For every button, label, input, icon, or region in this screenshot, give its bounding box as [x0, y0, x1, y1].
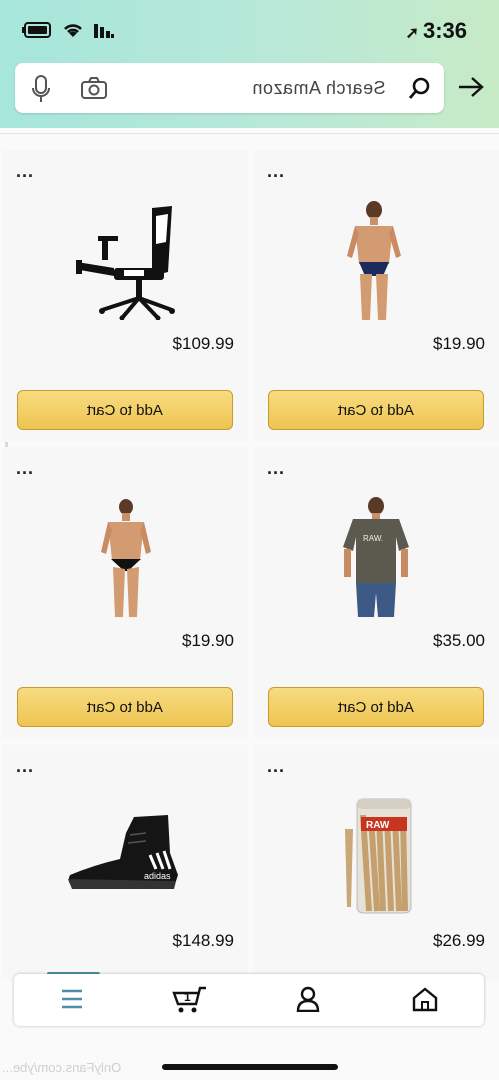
battery-icon — [22, 22, 51, 38]
wrestling-shoe-image[interactable]: adidas — [64, 813, 182, 893]
svg-text:RAW: RAW — [366, 820, 390, 831]
product-card[interactable]: ... RAW. $35.00 Add to Cart — [253, 447, 499, 739]
divider — [0, 133, 499, 134]
product-card[interactable]: ... RAW $26.99 — [253, 745, 499, 980]
forward-arrow-icon[interactable] — [458, 76, 484, 98]
menu-icon[interactable] — [60, 986, 84, 1012]
button-label: Add to Cart — [338, 699, 414, 716]
add-to-cart-button[interactable]: Add to Cart — [268, 687, 484, 727]
product-price: $19.90 — [433, 334, 485, 353]
home-icon[interactable] — [412, 986, 438, 1012]
account-icon[interactable] — [296, 986, 320, 1012]
search-bar[interactable]: Search Amazon — [15, 63, 444, 113]
product-price: $26.99 — [433, 931, 485, 950]
app-header: ➚ 3:36 Search Amazon — [0, 0, 499, 128]
button-label: Add to Cart — [338, 402, 414, 419]
product-card[interactable]: ... $19.90 Add to Cart — [253, 150, 499, 442]
microphone-icon[interactable] — [31, 75, 51, 103]
time-label: 3:36 — [422, 18, 467, 43]
product-price: $109.99 — [172, 334, 234, 353]
button-label: Add to Cart — [87, 699, 163, 716]
svg-text:RAW.: RAW. — [363, 534, 383, 543]
search-icon[interactable] — [408, 76, 432, 100]
watermark: OnlyFans.com/ybe... — [2, 1060, 122, 1075]
more-options-icon[interactable]: ... — [16, 459, 34, 477]
location-arrow-icon: ➚ — [405, 25, 419, 42]
more-options-icon[interactable]: ... — [267, 459, 285, 477]
more-options-icon[interactable]: ... — [16, 757, 34, 775]
wifi-icon — [64, 24, 82, 37]
product-card[interactable]: ... $19.90 Add to Cart — [2, 447, 248, 739]
button-label: Add to Cart — [87, 402, 163, 419]
svg-text:adidas: adidas — [144, 871, 171, 881]
bottom-nav: 1 — [14, 974, 484, 1026]
status-icons — [22, 22, 114, 38]
thong-image[interactable] — [98, 497, 154, 619]
signal-icon — [94, 24, 114, 38]
gaming-chair-image[interactable] — [72, 202, 184, 320]
add-to-cart-button[interactable]: Add to Cart — [17, 390, 233, 430]
status-bar: ➚ 3:36 — [0, 18, 499, 48]
product-card[interactable]: ... adidas $148.99 — [2, 745, 248, 980]
add-to-cart-button[interactable]: Add to Cart — [17, 687, 233, 727]
more-options-icon[interactable]: ... — [16, 162, 34, 180]
home-indicator[interactable] — [162, 1064, 338, 1070]
search-input[interactable]: Search Amazon — [252, 78, 386, 99]
product-card[interactable]: ... $109.99 Add to Cart — [2, 150, 248, 442]
product-price: $148.99 — [172, 931, 234, 950]
cart-icon[interactable]: 1 — [172, 984, 208, 1014]
swim-brief-image[interactable] — [343, 200, 405, 322]
svg-text:1: 1 — [184, 990, 191, 1004]
product-price: $35.00 — [433, 631, 485, 650]
camera-icon[interactable] — [81, 77, 107, 99]
more-options-icon[interactable]: ... — [267, 757, 285, 775]
more-options-icon[interactable]: ... — [267, 162, 285, 180]
status-time: ➚ 3:36 — [406, 18, 467, 44]
cones-image[interactable]: RAW — [333, 795, 413, 917]
product-price: $19.90 — [182, 631, 234, 650]
tshirt-image[interactable]: RAW. — [341, 497, 411, 619]
add-to-cart-button[interactable]: Add to Cart — [268, 390, 484, 430]
